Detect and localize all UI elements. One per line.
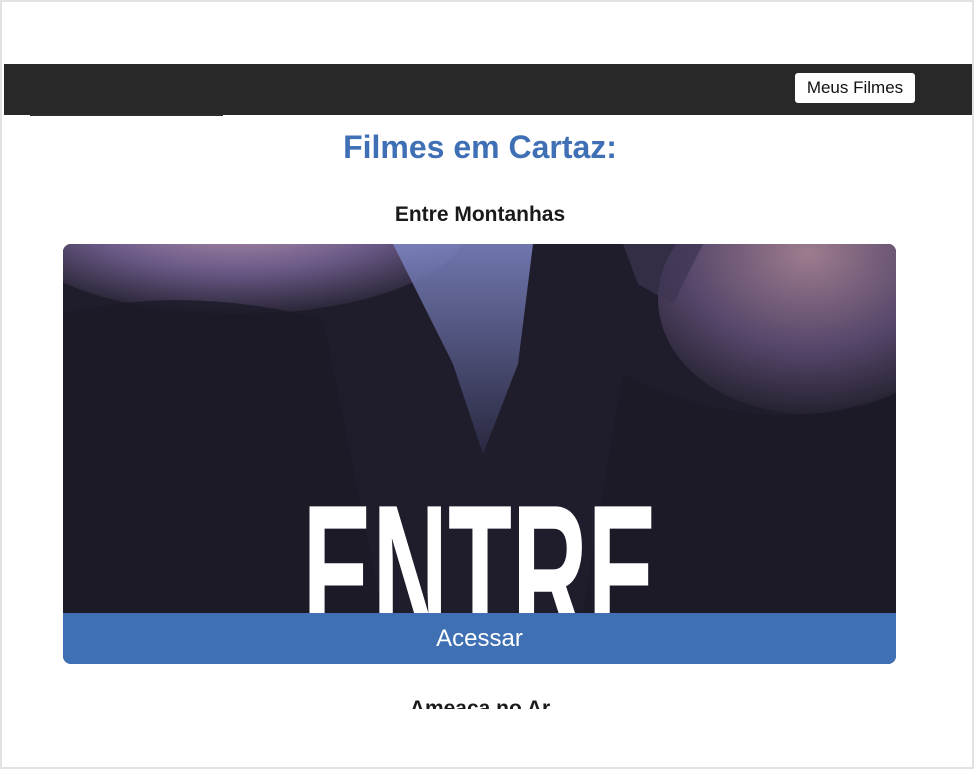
movie-title: Entre Montanhas — [394, 203, 566, 226]
movie-poster-image[interactable]: ENTRE — [63, 244, 896, 613]
my-movies-button[interactable]: Meus Filmes — [795, 73, 915, 103]
page-title: Filmes em Cartaz: — [343, 129, 617, 165]
movie-card: ENTRE Acessar — [63, 244, 896, 664]
access-button[interactable]: Acessar — [63, 613, 896, 664]
browser-viewport: Meus Filmes Filmes em Cartaz: Entre Mont… — [0, 0, 974, 769]
movie-title: Ameaça no Ar — [409, 697, 551, 709]
poster-title-text: ENTRE — [303, 464, 658, 613]
navbar-underline — [30, 114, 223, 116]
